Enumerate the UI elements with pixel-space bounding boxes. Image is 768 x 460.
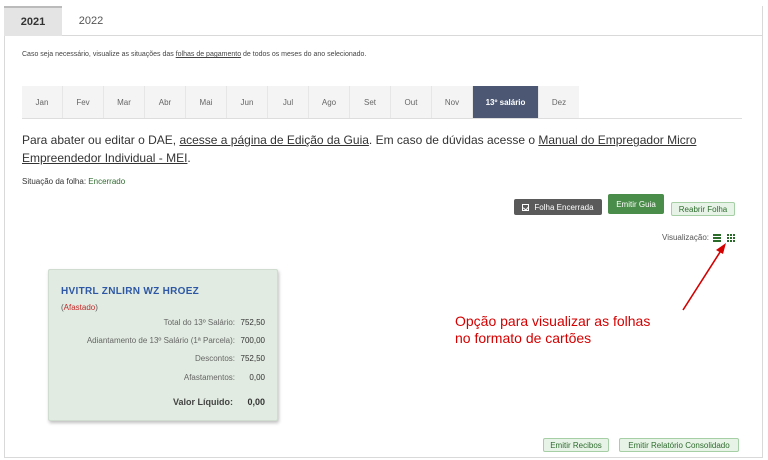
card-row-label: Descontos: (194, 354, 235, 363)
months-divider (22, 118, 742, 119)
card-row-adiantamento: Adiantamento de 13º Salário (1ª Parcela)… (87, 336, 265, 345)
annotation-line-2: no formato de cartões (455, 330, 592, 346)
card-row-valor-liquido: Valor Líquido: 0,00 (173, 397, 265, 407)
employee-card[interactable]: HVITRL ZNLIRN WZ HROEZ (Afastado) Total … (48, 269, 278, 421)
reabrir-folha-button[interactable]: Reabrir Folha (671, 202, 735, 216)
annotation-line-1: Opção para visualizar as folhas (455, 313, 651, 329)
edicao-guia-link[interactable]: acesse a página de Edição da Guia (179, 133, 368, 147)
emitir-recibos-button[interactable]: Emitir Recibos (543, 438, 609, 452)
month-tab-jan[interactable]: Jan (22, 86, 63, 118)
folhas-link[interactable]: folhas de pagamento (176, 51, 241, 58)
month-tab-13-salario[interactable]: 13º salário (473, 86, 539, 118)
months-hint: Caso seja necessário, visualize as situa… (22, 51, 366, 58)
card-row-label: Total do 13º Salário: (163, 318, 235, 327)
month-tab-jul[interactable]: Jul (268, 86, 309, 118)
month-tab-ago[interactable]: Ago (309, 86, 350, 118)
visualizacao-toggle: Visualização: (662, 233, 735, 242)
tab-2022[interactable]: 2022 (62, 6, 120, 36)
month-tab-nov[interactable]: Nov (432, 86, 473, 118)
dae-info: Para abater ou editar o DAE, acesse a pá… (22, 131, 764, 167)
card-row-value: 700,00 (240, 336, 265, 345)
dae-text-2: . Em caso de dúvidas acesse o (368, 133, 539, 147)
card-row-afastamentos: Afastamentos: 0,00 (184, 373, 265, 382)
month-tab-fev[interactable]: Fev (63, 86, 104, 118)
month-tab-abr[interactable]: Abr (145, 86, 186, 118)
dae-text-1: Para abater ou editar o DAE, (22, 133, 180, 147)
card-row-value: 752,50 (240, 354, 265, 363)
emitir-relatorio-button[interactable]: Emitir Relatório Consolidado (619, 438, 739, 452)
card-row-total-13: Total do 13º Salário: 752,50 (164, 318, 265, 327)
employee-name: HVITRL ZNLIRN WZ HROEZ (61, 286, 200, 297)
annotation-text: Opção para visualizar as folhas no forma… (455, 313, 650, 347)
hint-text-before: Caso seja necessário, visualize as situa… (22, 51, 176, 58)
tabs-divider (62, 35, 763, 36)
month-tab-jun[interactable]: Jun (227, 86, 268, 118)
list-icon[interactable] (713, 233, 721, 242)
folha-encerrada-button[interactable]: Folha Encerrada (514, 199, 602, 215)
card-row-descontos: Descontos: 752,50 (195, 354, 265, 363)
month-tab-set[interactable]: Set (350, 86, 391, 118)
employee-status-value: Afastado (63, 303, 96, 312)
situacao-value: Encerrado (88, 177, 126, 186)
year-tabs: 2021 2022 (4, 6, 120, 36)
hint-text-after: de todos os meses do ano selecionado. (241, 51, 367, 58)
tab-2021[interactable]: 2021 (4, 6, 62, 36)
card-total-label: Valor Líquido: (173, 397, 233, 407)
month-tab-mar[interactable]: Mar (104, 86, 145, 118)
month-tabs: Jan Fev Mar Abr Mai Jun Jul Ago Set Out … (22, 86, 579, 118)
card-total-value: 0,00 (247, 397, 265, 407)
card-row-label: Afastamentos: (183, 373, 235, 382)
card-row-value: 0,00 (249, 373, 265, 382)
emitir-guia-button[interactable]: Emitir Guia (608, 194, 664, 214)
folha-encerrada-label: Folha Encerrada (534, 202, 594, 212)
card-row-label: Adiantamento de 13º Salário (1ª Parcela)… (86, 336, 235, 345)
situacao-label: Situação da folha: (22, 177, 89, 186)
month-tab-out[interactable]: Out (391, 86, 432, 118)
card-row-value: 752,50 (240, 318, 265, 327)
situacao-folha: Situação da folha: Encerrado (22, 177, 125, 186)
visualizacao-label: Visualização: (662, 233, 709, 242)
month-tab-mai[interactable]: Mai (186, 86, 227, 118)
check-square-icon (522, 203, 530, 211)
grid-icon[interactable] (727, 233, 735, 242)
month-tab-dez[interactable]: Dez (539, 86, 579, 118)
dae-text-3: . (187, 151, 191, 165)
employee-status: (Afastado) (61, 303, 98, 312)
